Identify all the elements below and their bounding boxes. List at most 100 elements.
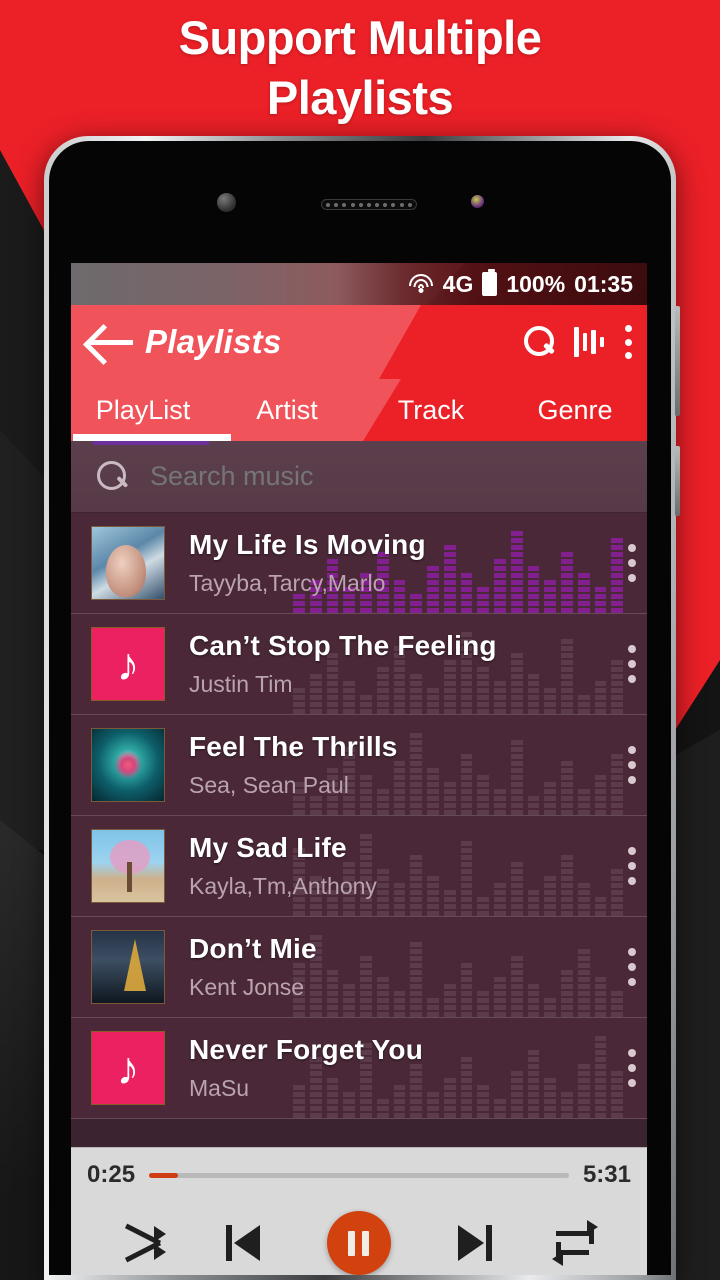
equalizer-bar xyxy=(510,1071,523,1118)
shuffle-icon[interactable] xyxy=(121,1223,166,1263)
equalizer-bar xyxy=(443,545,456,613)
tab-genre[interactable]: Genre xyxy=(503,395,647,426)
song-artist: Tayyba,Tarcy,Marlo xyxy=(189,570,386,596)
equalizer-bar xyxy=(410,733,422,815)
equalizer-bar xyxy=(510,653,523,714)
song-artist: Kent Jonse xyxy=(189,974,305,1000)
music-note-icon: ♪ xyxy=(116,638,140,690)
equalizer-bar xyxy=(460,963,473,1017)
song-artist: MaSu xyxy=(189,1075,250,1101)
song-title: Never Forget You xyxy=(189,1034,423,1065)
status-bar: 4G 100% 01:35 xyxy=(71,263,647,305)
previous-track-icon[interactable] xyxy=(224,1222,268,1264)
equalizer-bar xyxy=(561,552,573,613)
equalizer-bar xyxy=(594,897,607,916)
repeat-icon[interactable] xyxy=(552,1220,599,1266)
seek-slider[interactable] xyxy=(149,1172,569,1178)
equalizer-bar xyxy=(427,566,439,613)
overflow-menu-icon[interactable] xyxy=(623,325,633,359)
page-title: Playlists xyxy=(145,323,282,360)
album-art: ♪ xyxy=(91,627,165,701)
back-arrow-icon[interactable] xyxy=(85,321,137,363)
tab-playlist[interactable]: PlayList xyxy=(71,395,215,426)
next-track-icon[interactable] xyxy=(450,1222,494,1264)
song-title: Can’t Stop The Feeling xyxy=(189,630,497,661)
equalizer-bar xyxy=(544,876,556,916)
equalizer-bar xyxy=(510,956,523,1017)
table-row[interactable]: My Sad Life Kayla,Tm,Anthony xyxy=(71,816,647,917)
tab-bar: PlayList Artist Track Genre xyxy=(71,379,647,445)
equalizer-bar xyxy=(544,688,556,714)
poster-headline: Support Multiple Playlists xyxy=(0,8,720,128)
equalizer-bar xyxy=(594,1036,607,1118)
equalizer-bar xyxy=(443,1078,456,1118)
search-bar[interactable] xyxy=(71,441,647,513)
equalizer-bar xyxy=(527,890,540,916)
equalizer-bar xyxy=(510,862,523,916)
song-meta: My Life Is Moving Tayyba,Tarcy,Marlo xyxy=(189,529,426,597)
headline-line-2: Playlists xyxy=(266,71,454,125)
phone-body: 4G 100% 01:35 Playlists PlayList Artist xyxy=(49,141,671,1275)
phone-screen: 4G 100% 01:35 Playlists PlayList Artist xyxy=(71,263,647,1275)
row-overflow-menu-icon[interactable] xyxy=(627,746,637,784)
play-pause-button[interactable] xyxy=(326,1211,391,1275)
toolbar-actions xyxy=(523,325,633,359)
equalizer-background-icon xyxy=(293,931,623,1017)
equalizer-bar xyxy=(443,782,456,815)
equalizer-bar xyxy=(460,573,473,613)
equalizer-bar xyxy=(393,991,406,1017)
equalizer-bar xyxy=(611,869,623,916)
equalizer-bar xyxy=(460,1057,473,1118)
battery-percent-label: 100% xyxy=(506,270,566,297)
equalizer-bar xyxy=(427,876,439,916)
row-overflow-menu-icon[interactable] xyxy=(627,948,637,986)
equalizer-bar xyxy=(611,660,623,714)
equalizer-bar xyxy=(561,970,573,1017)
equalizer-bar xyxy=(393,883,406,916)
app-toolbar: Playlists xyxy=(71,305,647,379)
equalizer-bar xyxy=(561,855,573,916)
row-overflow-menu-icon[interactable] xyxy=(627,645,637,683)
equalizer-bar xyxy=(427,768,439,815)
equalizer-bar xyxy=(611,754,623,815)
row-overflow-menu-icon[interactable] xyxy=(627,847,637,885)
song-title: My Sad Life xyxy=(189,832,347,863)
equalizer-bar xyxy=(527,674,540,714)
pause-icon-bar xyxy=(348,1230,356,1256)
equalizer-bar xyxy=(410,855,422,916)
tab-artist[interactable]: Artist xyxy=(215,395,359,426)
search-input[interactable] xyxy=(150,461,550,492)
equalizer-bar xyxy=(527,566,540,613)
equalizer-bar xyxy=(561,639,573,714)
equalizer-bar xyxy=(577,1064,590,1118)
pause-icon-bar xyxy=(362,1230,370,1256)
equalizer-bar xyxy=(544,782,556,815)
proximity-sensor-icon xyxy=(471,195,484,208)
row-overflow-menu-icon[interactable] xyxy=(627,1049,637,1087)
equalizer-bar xyxy=(360,956,372,1017)
volume-button[interactable] xyxy=(675,306,680,416)
battery-icon xyxy=(482,269,498,296)
power-button[interactable] xyxy=(675,446,680,516)
equalizer-bar xyxy=(410,942,422,1017)
table-row[interactable]: Feel The Thrills Sea, Sean Paul xyxy=(71,715,647,816)
equalizer-bar xyxy=(443,890,456,916)
song-title: Feel The Thrills xyxy=(189,731,398,762)
table-row[interactable]: ♪ Never Forget You MaSu xyxy=(71,1018,647,1119)
row-overflow-menu-icon[interactable] xyxy=(627,544,637,582)
song-meta: Feel The Thrills Sea, Sean Paul xyxy=(189,731,398,799)
equalizer-bar xyxy=(477,587,489,613)
tab-track[interactable]: Track xyxy=(359,395,503,426)
table-row[interactable]: My Life Is Moving Tayyba,Tarcy,Marlo xyxy=(71,513,647,614)
equalizer-bar xyxy=(544,1078,556,1118)
table-row[interactable]: ♪ Can’t Stop The Feeling Justin Tim xyxy=(71,614,647,715)
equalizer-bar xyxy=(611,1071,623,1118)
equalizer-bar xyxy=(577,789,590,815)
equalizer-bar xyxy=(460,754,473,815)
search-icon[interactable] xyxy=(523,326,555,358)
equalizer-bar xyxy=(477,1085,489,1118)
equalizer-icon[interactable] xyxy=(574,326,604,358)
table-row[interactable]: Don’t Mie Kent Jonse xyxy=(71,917,647,1018)
equalizer-bar xyxy=(527,796,540,815)
album-art xyxy=(91,829,165,903)
